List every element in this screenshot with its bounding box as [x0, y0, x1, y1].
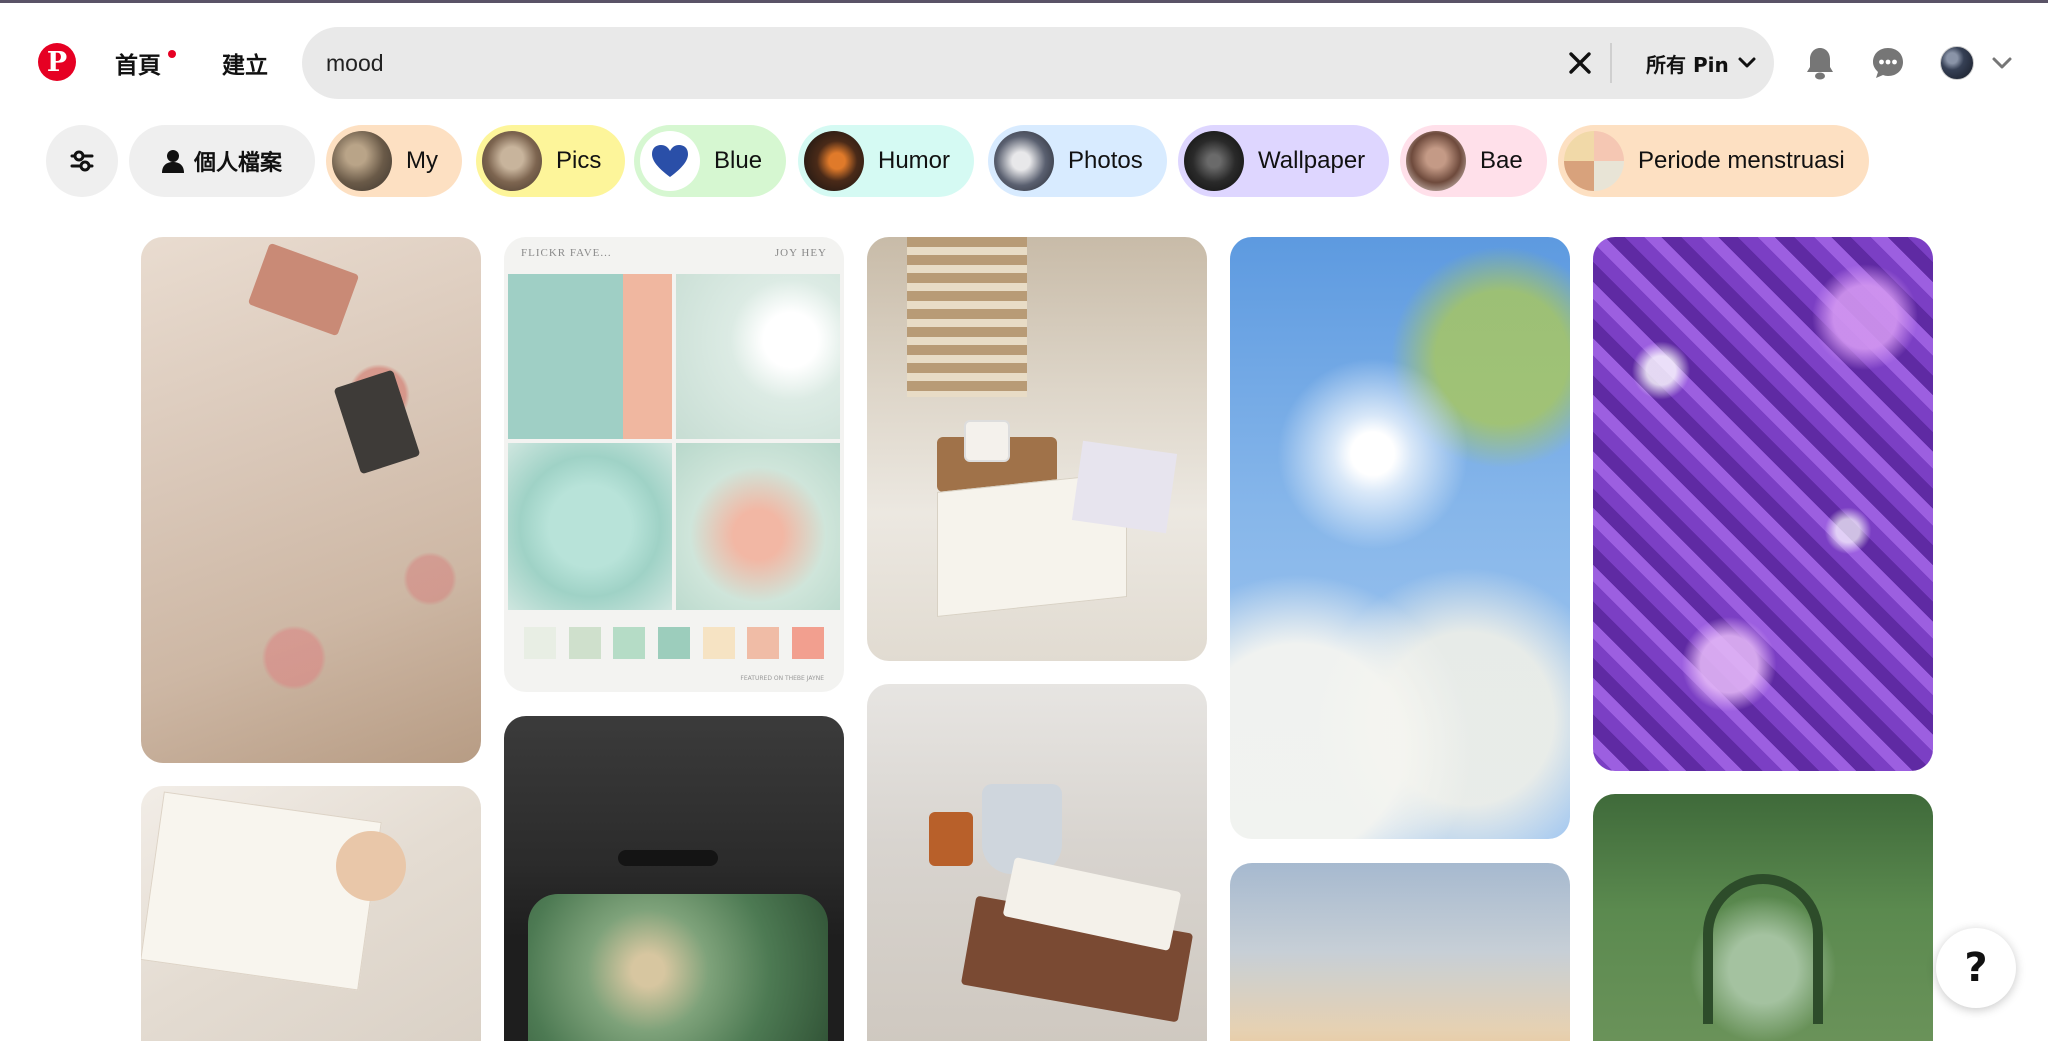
pin-image-detail	[907, 237, 1027, 397]
board-filter-chips: 個人檔案 My Pics Blue Humor Photos Wallpaper…	[0, 120, 2048, 200]
board-thumbnail	[1184, 131, 1244, 191]
pin-card[interactable]	[867, 237, 1207, 661]
board-chip-humor[interactable]: Humor	[798, 125, 975, 197]
pin-card[interactable]	[867, 684, 1207, 1041]
chevron-down-icon	[1738, 57, 1756, 68]
board-chip-label: My	[406, 147, 438, 174]
board-chip-label: Photos	[1068, 147, 1143, 174]
pin-image-detail	[247, 242, 360, 337]
board-chip-bae[interactable]: Bae	[1400, 125, 1547, 197]
board-thumbnail	[640, 131, 700, 191]
pin-image-detail	[964, 420, 1010, 462]
board-thumbnail	[1564, 131, 1624, 191]
messages-chat-icon[interactable]	[1868, 43, 1908, 83]
pin-image-detail	[1071, 440, 1178, 534]
pin-card[interactable]	[1230, 863, 1570, 1041]
pin-card[interactable]	[1593, 237, 1933, 771]
help-button[interactable]: ?	[1936, 928, 2016, 1008]
board-chip-pics[interactable]: Pics	[476, 125, 626, 197]
search-scope-dropdown[interactable]: 所有 Pin	[1646, 47, 1757, 79]
search-input[interactable]	[326, 45, 1526, 81]
board-thumbnail	[482, 131, 542, 191]
board-chip-label: Blue	[714, 147, 763, 174]
nav-home-link[interactable]: 首頁	[115, 46, 161, 80]
board-thumbnail	[804, 131, 864, 191]
filter-sliders-icon	[70, 150, 94, 172]
blue-heart-icon	[652, 145, 688, 177]
board-chip-label: Bae	[1480, 147, 1523, 174]
pin-card[interactable]	[141, 237, 481, 763]
pin-card[interactable]	[1593, 794, 1933, 1041]
filter-settings-button[interactable]	[46, 125, 118, 197]
pin-image-detail	[528, 894, 828, 1041]
board-chip-periode-menstruasi[interactable]: Periode menstruasi	[1558, 125, 1869, 197]
search-bar[interactable]: 所有 Pin	[302, 27, 1774, 99]
pinterest-logo-icon[interactable]: P	[38, 43, 76, 81]
collage-flower-image	[676, 274, 840, 439]
pin-card-color-palette[interactable]: FLICKR FAVE... JOY HEY FEATURED ON THEBE…	[504, 237, 844, 692]
board-chip-photos[interactable]: Photos	[988, 125, 1167, 197]
board-thumbnail	[1406, 131, 1466, 191]
account-menu-chevron-icon[interactable]	[1990, 53, 2014, 73]
board-chip-label: Wallpaper	[1258, 147, 1366, 174]
search-divider	[1610, 43, 1612, 83]
profile-chip[interactable]: 個人檔案	[129, 125, 315, 197]
user-avatar[interactable]	[1940, 46, 1974, 80]
collage-blossom-image	[676, 443, 840, 610]
collage-header-right: JOY HEY	[774, 247, 827, 259]
pin-image-detail	[336, 831, 406, 901]
notifications-bell-icon[interactable]	[1800, 43, 1840, 83]
pin-image-detail	[929, 812, 973, 866]
color-swatches	[524, 627, 824, 661]
board-chip-blue[interactable]: Blue	[634, 125, 787, 197]
collage-telephone-image	[508, 443, 672, 610]
pin-image-detail	[618, 850, 718, 866]
board-thumbnail	[994, 131, 1054, 191]
board-chip-wallpaper[interactable]: Wallpaper	[1178, 125, 1390, 197]
person-icon	[161, 150, 184, 173]
top-navigation-bar: P 首頁 建立 所有 Pin	[0, 3, 2048, 119]
board-chip-label: Pics	[556, 147, 602, 174]
pin-image-detail	[1703, 874, 1823, 1024]
pin-card[interactable]	[504, 716, 844, 1041]
board-chip-label: Humor	[878, 147, 951, 174]
home-notification-dot	[168, 50, 176, 58]
search-scope-label: 所有 Pin	[1646, 52, 1729, 77]
pin-card[interactable]	[1230, 237, 1570, 839]
nav-create-link[interactable]: 建立	[222, 46, 268, 80]
collage-footer: FEATURED ON THEBE JAYNE	[740, 675, 824, 682]
pin-image-detail	[333, 369, 421, 475]
board-chip-my[interactable]: My	[326, 125, 462, 197]
help-icon: ?	[1964, 945, 1988, 991]
clear-search-icon[interactable]	[1564, 47, 1596, 79]
board-thumbnail	[332, 131, 392, 191]
profile-chip-label: 個人檔案	[193, 151, 282, 176]
collage-door-image	[508, 274, 672, 439]
pin-card[interactable]	[141, 786, 481, 1041]
collage-header-left: FLICKR FAVE...	[521, 247, 612, 259]
board-chip-label: Periode menstruasi	[1638, 147, 1845, 174]
logo-letter: P	[46, 47, 68, 78]
